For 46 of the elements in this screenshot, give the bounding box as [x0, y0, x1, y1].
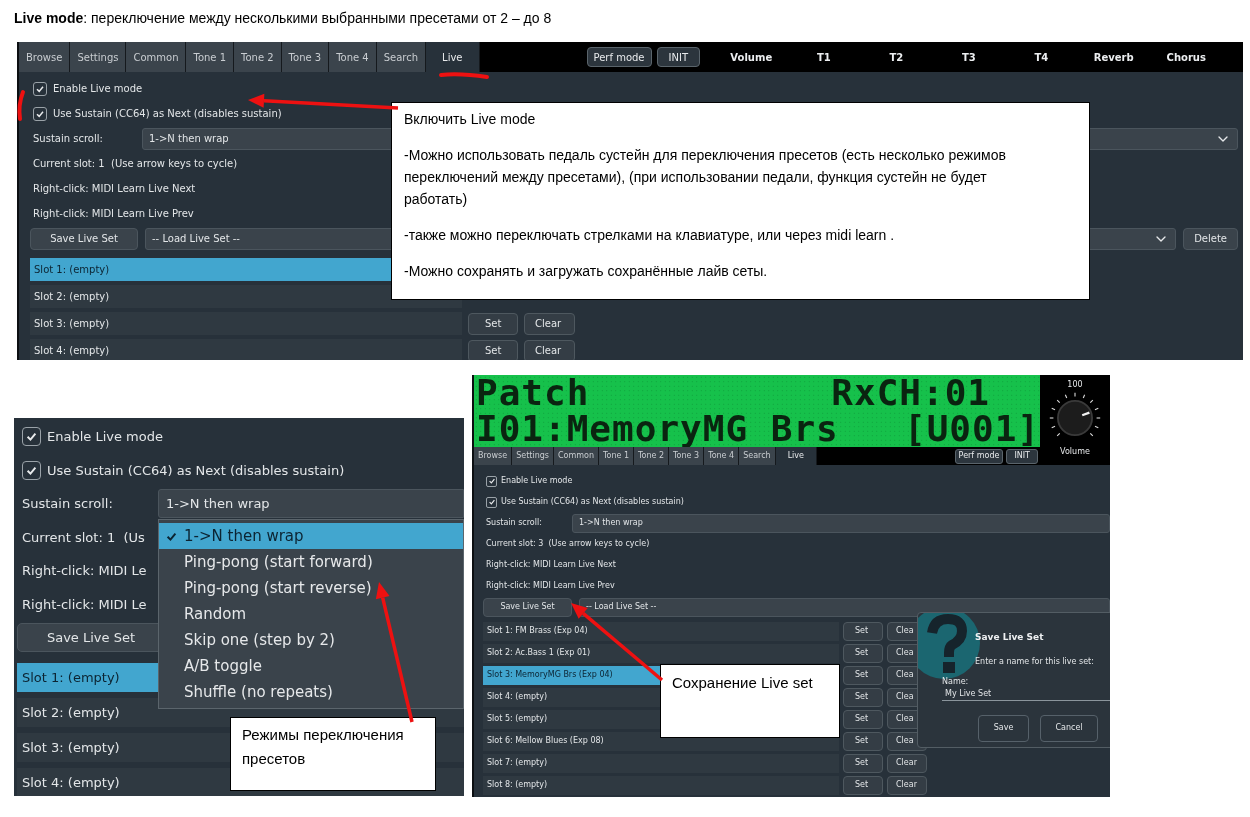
menu-item-label: Random: [184, 603, 247, 625]
callout-text: Сохранение Live set: [672, 673, 814, 693]
volume-label: Volume: [1060, 446, 1090, 458]
column-label: T3: [960, 50, 977, 65]
info-text: Right-click: MIDI Learn Live Next: [486, 559, 616, 571]
checkbox-label: Enable Live mode: [53, 82, 143, 96]
checkbox-label: Enable Live mode: [501, 475, 573, 487]
checkbox-label: Use Sustain (CC64) as Next (disables sustain): [47, 461, 345, 480]
callout-text: -также можно переключать стрелками на клавиатуре, или через midi learn .: [404, 226, 896, 245]
info-text: Right-click: MIDI Learn Live Prev: [486, 580, 615, 592]
column-label: Reverb: [1092, 50, 1135, 65]
info-text: Current slot: 1 (Use arrow keys to cycle): [33, 157, 238, 171]
checkbox-label: Use Sustain (CC64) as Next (disables sustain): [501, 496, 684, 508]
info-text: Right-click: MIDI Learn Live Next: [33, 182, 196, 196]
info-text: Current slot: 3 (Use arrow keys to cycle): [486, 538, 650, 550]
lcd-text: RxCH:01: [831, 375, 990, 411]
menu-item-label: Skip one (step by 2): [184, 629, 335, 651]
menu-item-label: Ping-pong (start forward): [184, 551, 373, 573]
callout-text: -Можно использовать педаль сустейн для переключения пресетов (есть несколько режимов переключений между пресетами), (при использовании педали, функция сустейн не будет работать): [404, 146, 1007, 209]
column-label: Chorus: [1165, 50, 1207, 65]
column-label: T4: [1033, 50, 1050, 65]
field-label: Sustain scroll:: [486, 517, 543, 529]
field-label: Sustain scroll:: [33, 132, 104, 146]
heading: Live mode: переключение между несколькими выбранными пресетами от 2 – до 8: [14, 9, 552, 28]
field-label: Sustain scroll:: [22, 495, 114, 513]
callout-text: Включить Live mode: [404, 110, 537, 129]
checkbox-label: Use Sustain (CC64) as Next (disables sustain): [53, 107, 282, 121]
column-label: Volume: [729, 50, 774, 65]
column-label: T1: [815, 50, 832, 65]
field-label: Name:: [942, 675, 970, 688]
checkbox-label: Enable Live mode: [47, 428, 163, 446]
callout-text: Режимы переключения пресетов: [242, 725, 405, 769]
info-text: Right-click: MIDI Le: [22, 595, 147, 614]
lcd-text: I01:MemoryMG Brs: [476, 411, 839, 447]
lcd-text: Patch: [476, 375, 590, 411]
menu-item-label: 1->N then wrap: [184, 525, 304, 547]
info-text: Current slot: 1 (Us: [22, 528, 145, 547]
menu-item-label: Ping-pong (start reverse): [184, 577, 372, 599]
lcd-text: [U001]: [903, 411, 1040, 447]
volume-value: 100: [1067, 379, 1083, 391]
dialog-title: Save Live Set: [975, 631, 1045, 644]
menu-item-label: A/B toggle: [184, 655, 262, 677]
info-text: Right-click: MIDI Le: [22, 562, 147, 580]
column-label: T2: [888, 50, 905, 65]
info-text: Right-click: MIDI Learn Live Prev: [33, 207, 194, 221]
dialog-prompt: Enter a name for this live set:: [975, 655, 1095, 668]
